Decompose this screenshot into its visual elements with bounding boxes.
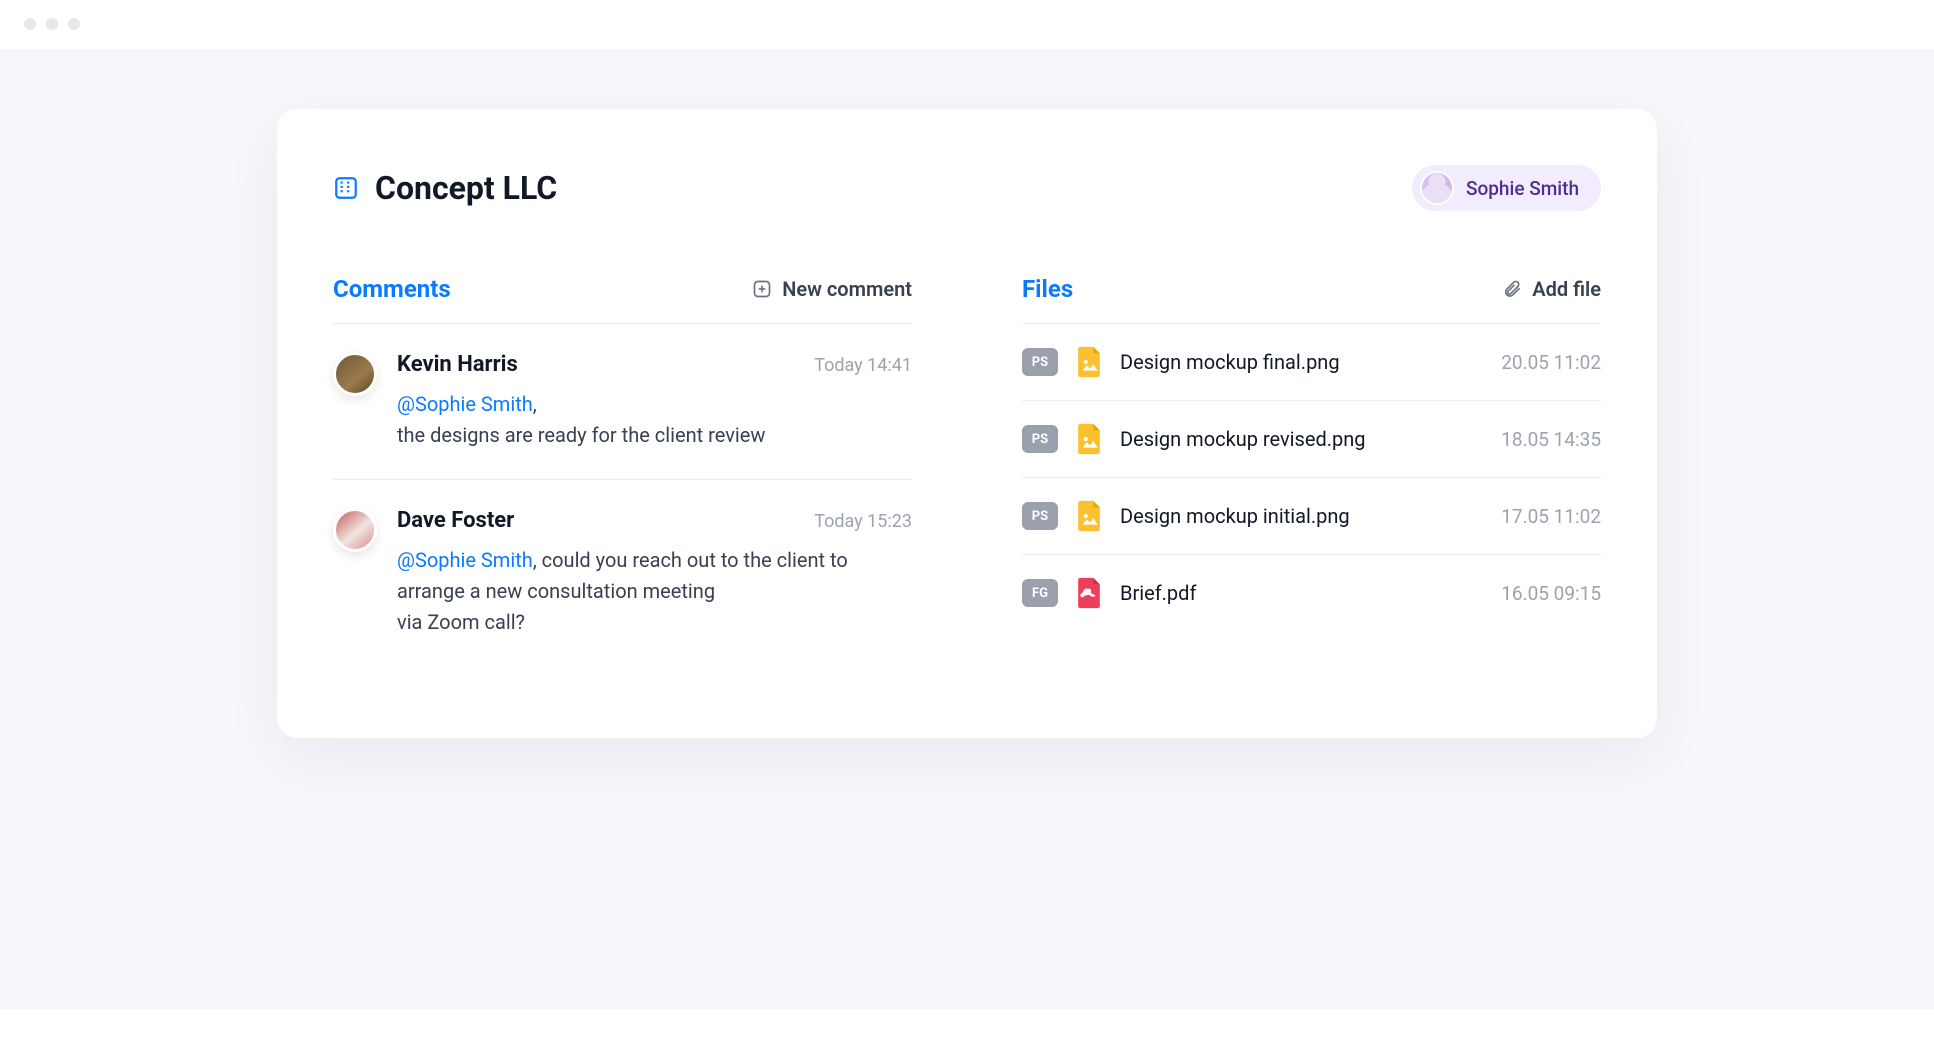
comment-head: Kevin Harris Today 14:41 [397, 352, 912, 377]
comment-text: @Sophie Smith, could you reach out to th… [397, 545, 912, 638]
comment-fragment: , [533, 392, 537, 416]
company-icon [333, 175, 359, 201]
comment-head: Dave Foster Today 15:23 [397, 508, 912, 533]
file-time: 18.05 14:35 [1501, 428, 1601, 451]
file-time: 17.05 11:02 [1501, 505, 1601, 528]
files-header: Files Add file [1022, 275, 1601, 324]
file-time: 20.05 11:02 [1501, 351, 1601, 374]
comment-fragment: the designs are ready for the client rev… [397, 423, 765, 447]
mention[interactable]: @Sophie Smith [397, 392, 533, 416]
uploader-badge: PS [1022, 502, 1058, 530]
comment-time: Today 14:41 [814, 355, 912, 376]
comment-body: Kevin Harris Today 14:41 @Sophie Smith, … [397, 352, 912, 451]
file-name: Brief.pdf [1120, 581, 1483, 605]
window-dot [68, 18, 80, 30]
file-row[interactable]: FG Brief.pdf 16.05 09:15 [1022, 555, 1601, 631]
comment-item: Kevin Harris Today 14:41 @Sophie Smith, … [333, 324, 912, 480]
paperclip-icon [1502, 279, 1522, 299]
comment-time: Today 15:23 [814, 511, 912, 532]
record-card: Concept LLC Sophie Smith Comments New [277, 109, 1657, 738]
file-name: Design mockup initial.png [1120, 504, 1483, 528]
files-column: Files Add file PS Design mockup final.pn… [1022, 275, 1601, 666]
title-group: Concept LLC [333, 169, 557, 207]
avatar [1420, 171, 1454, 205]
uploader-badge: PS [1022, 425, 1058, 453]
comment-author: Dave Foster [397, 508, 514, 533]
file-time: 16.05 09:15 [1501, 582, 1601, 605]
file-row[interactable]: PS Design mockup initial.png 17.05 11:02 [1022, 478, 1601, 555]
avatar [333, 508, 377, 552]
pdf-file-icon [1076, 577, 1102, 609]
file-name: Design mockup final.png [1120, 350, 1483, 374]
card-header: Concept LLC Sophie Smith [333, 165, 1601, 211]
comments-title: Comments [333, 275, 451, 303]
mention[interactable]: @Sophie Smith [397, 548, 533, 572]
page-title: Concept LLC [375, 169, 557, 207]
columns: Comments New comment Kevin Harris [333, 275, 1601, 666]
assigned-user-chip[interactable]: Sophie Smith [1412, 165, 1601, 211]
comment-fragment: , could you reach out to the client to [533, 548, 848, 572]
plus-square-icon [752, 279, 772, 299]
comment-item: Dave Foster Today 15:23 @Sophie Smith, c… [333, 480, 912, 666]
avatar [333, 352, 377, 396]
window-chrome [0, 0, 1934, 49]
add-file-label: Add file [1532, 277, 1601, 301]
comment-text: @Sophie Smith, the designs are ready for… [397, 389, 912, 451]
page-background: Concept LLC Sophie Smith Comments New [0, 49, 1934, 1009]
uploader-badge: FG [1022, 579, 1058, 607]
image-file-icon [1076, 346, 1102, 378]
comment-body: Dave Foster Today 15:23 @Sophie Smith, c… [397, 508, 912, 638]
assigned-user-name: Sophie Smith [1466, 177, 1579, 200]
comment-fragment: via Zoom call? [397, 610, 525, 634]
image-file-icon [1076, 423, 1102, 455]
file-name: Design mockup revised.png [1120, 427, 1483, 451]
comment-author: Kevin Harris [397, 352, 518, 377]
new-comment-label: New comment [782, 277, 912, 301]
add-file-button[interactable]: Add file [1502, 277, 1601, 301]
uploader-badge: PS [1022, 348, 1058, 376]
file-row[interactable]: PS Design mockup revised.png 18.05 14:35 [1022, 401, 1601, 478]
window-dot [24, 18, 36, 30]
image-file-icon [1076, 500, 1102, 532]
file-row[interactable]: PS Design mockup final.png 20.05 11:02 [1022, 324, 1601, 401]
new-comment-button[interactable]: New comment [752, 277, 912, 301]
files-title: Files [1022, 275, 1073, 303]
comments-column: Comments New comment Kevin Harris [333, 275, 912, 666]
comment-fragment: arrange a new consultation meeting [397, 579, 715, 603]
comments-header: Comments New comment [333, 275, 912, 324]
window-dot [46, 18, 58, 30]
